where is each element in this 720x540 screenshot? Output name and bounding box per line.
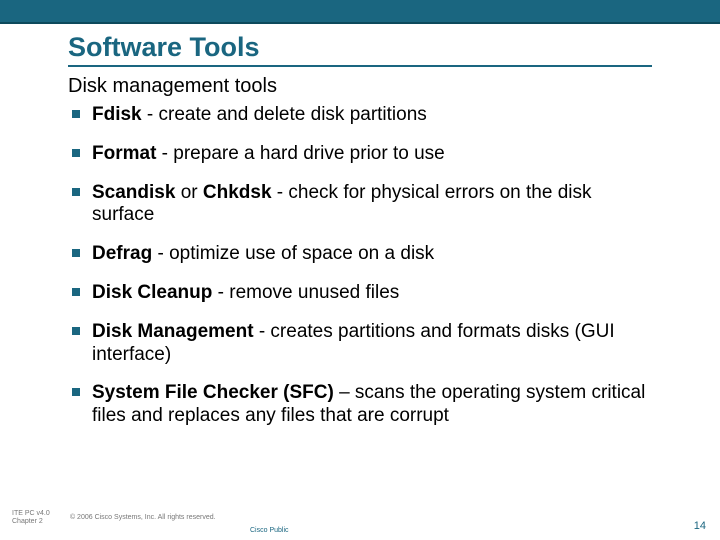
tool-name: Defrag	[92, 243, 152, 264]
tool-name: Fdisk	[92, 104, 142, 125]
tool-name: Format	[92, 143, 156, 164]
list-item: Format - prepare a hard drive prior to u…	[72, 143, 652, 166]
page-number: 14	[694, 520, 706, 532]
tool-name: System File Checker (SFC)	[92, 382, 334, 403]
footer: ITE PC v4.0 Chapter 2 © 2006 Cisco Syste…	[0, 510, 720, 534]
tool-desc: - create and delete disk partitions	[142, 104, 427, 125]
list-item: Disk Cleanup - remove unused files	[72, 282, 652, 305]
tool-desc: - optimize use of space on a disk	[152, 243, 434, 264]
slide-content: Software Tools Disk management tools Fdi…	[0, 24, 720, 428]
list-item: Disk Management - creates partitions and…	[72, 321, 652, 367]
slide-subtitle: Disk management tools	[68, 75, 652, 98]
tool-name: Disk Management	[92, 321, 254, 342]
list-item: System File Checker (SFC) – scans the op…	[72, 382, 652, 428]
footer-line2: Chapter 2	[12, 518, 60, 526]
tool-name-2: Chkdsk	[203, 182, 272, 203]
slide-title: Software Tools	[68, 32, 652, 67]
footer-public: Cisco Public	[250, 527, 289, 534]
bullet-list: Fdisk - create and delete disk partition…	[68, 104, 652, 428]
header-bar	[0, 0, 720, 24]
list-item: Fdisk - create and delete disk partition…	[72, 104, 652, 127]
tool-name: Disk Cleanup	[92, 282, 212, 303]
list-item: Scandisk or Chkdsk - check for physical …	[72, 182, 652, 228]
footer-id: ITE PC v4.0 Chapter 2	[12, 510, 60, 525]
tool-desc: - remove unused files	[212, 282, 399, 303]
footer-line1: ITE PC v4.0	[12, 510, 60, 518]
footer-copyright: © 2006 Cisco Systems, Inc. All rights re…	[70, 514, 216, 521]
tool-name: Scandisk	[92, 182, 175, 203]
list-item: Defrag - optimize use of space on a disk	[72, 243, 652, 266]
tool-desc: - prepare a hard drive prior to use	[156, 143, 444, 164]
tool-mid: or	[175, 182, 202, 203]
